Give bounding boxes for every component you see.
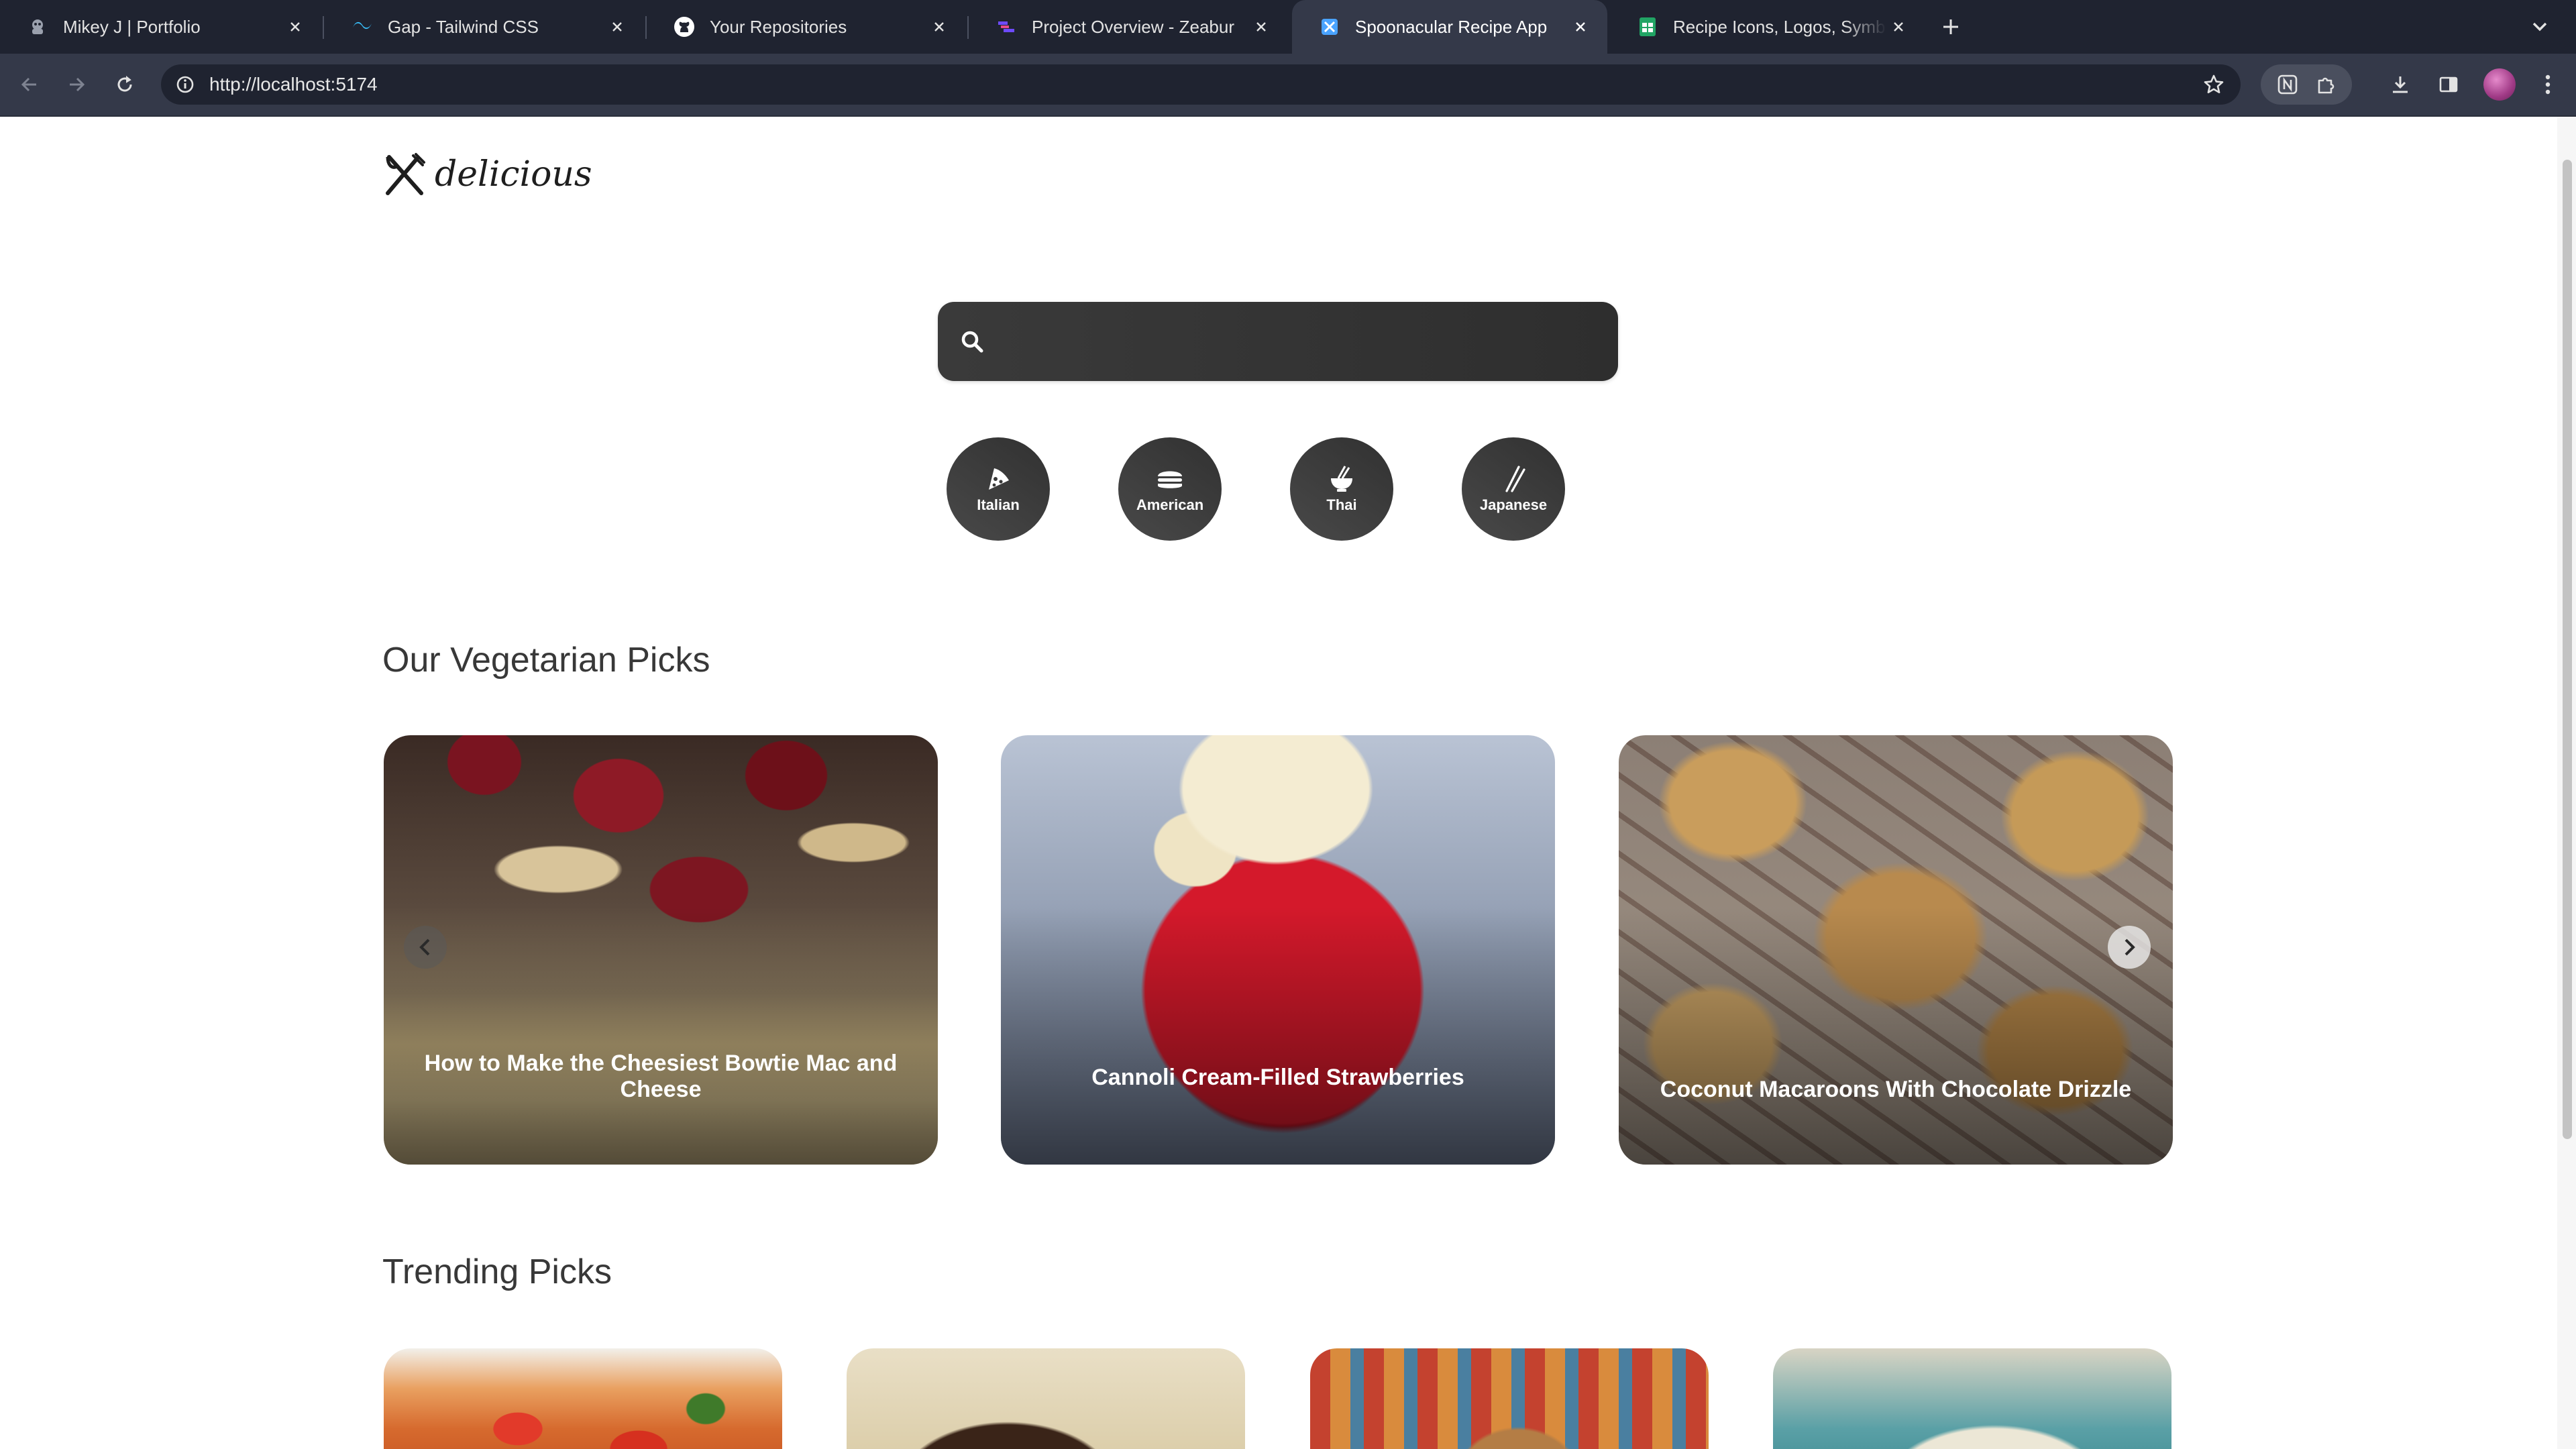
tab-title: Gap - Tailwind CSS: [388, 16, 539, 37]
side-panel-button[interactable]: [2432, 68, 2465, 101]
recipe-image: [384, 1348, 782, 1449]
arrow-right-icon: [70, 77, 85, 92]
extensions-group: [2261, 64, 2352, 105]
tab-divider: [323, 16, 324, 39]
cuisine-american-button[interactable]: American: [1118, 437, 1222, 541]
tab-search-button[interactable]: [2524, 11, 2556, 43]
tailwind-icon: [352, 16, 373, 38]
search-icon: [957, 326, 987, 357]
recipe-image: [847, 1348, 1245, 1449]
browser-menu-button[interactable]: [2532, 68, 2564, 101]
recipe-title-text: Coconut Macaroons With Chocolate Drizzle: [1660, 1077, 2132, 1102]
more-vertical-icon: [2545, 74, 2551, 95]
reload-icon: [117, 75, 132, 92]
close-icon[interactable]: [1886, 15, 1911, 39]
recipe-card[interactable]: Coconut Macaroons With Chocolate Drizzle: [1619, 735, 2173, 1165]
download-icon: [2393, 76, 2408, 93]
pizza-icon: [981, 464, 1015, 494]
cuisine-label: Japanese: [1479, 496, 1548, 513]
portfolio-icon: [27, 16, 48, 38]
cuisine-label: Thai: [1326, 496, 1357, 513]
tab-title: Your Repositories: [710, 16, 847, 37]
tab-zeabur[interactable]: Project Overview - Zeabur: [969, 0, 1288, 54]
github-icon: [674, 16, 695, 38]
tab-title: Recipe Icons, Logos, Symbols: [1673, 16, 1886, 37]
trending-recipe-card[interactable]: [384, 1348, 782, 1449]
zeabur-icon: [996, 16, 1017, 38]
forward-button[interactable]: [60, 68, 93, 101]
cuisine-label: American: [1136, 496, 1204, 513]
notion-extension-icon[interactable]: [2271, 68, 2304, 101]
chopsticks-icon: [1497, 464, 1530, 494]
arrow-left-icon: [21, 77, 36, 92]
url-text: http://localhost:5174: [209, 74, 378, 95]
sheets-icon: [1637, 16, 1658, 38]
recipe-title-text: Cannoli Cream-Filled Strawberries: [1091, 1065, 1464, 1090]
site-info-icon[interactable]: [170, 70, 200, 99]
trending-recipe-card[interactable]: [847, 1348, 1245, 1449]
trending-recipe-card[interactable]: [1773, 1348, 2171, 1449]
download-button[interactable]: [2384, 68, 2416, 101]
tab-spoonacular[interactable]: Spoonacular Recipe App: [1292, 0, 1607, 54]
profile-avatar[interactable]: [2483, 68, 2516, 101]
chevron-right-icon: [2125, 938, 2135, 956]
tab-portfolio[interactable]: Mikey J | Portfolio: [0, 0, 322, 54]
recipe-card[interactable]: How to Make the Cheesiest Bowtie Mac and…: [384, 735, 938, 1165]
side-panel-icon: [2439, 76, 2458, 93]
fork-knife-icon: [386, 153, 425, 195]
recipe-card[interactable]: Cannoli Cream-Filled Strawberries: [1001, 735, 1555, 1165]
vegetarian-section-title: Our Vegetarian Picks: [382, 641, 710, 680]
recipe-image: [1310, 1348, 1709, 1449]
bookmark-star-icon[interactable]: [2199, 70, 2229, 99]
recipe-title: Coconut Macaroons With Chocolate Drizzle: [1659, 735, 2133, 1103]
trending-recipe-card[interactable]: [1310, 1348, 1709, 1449]
cuisine-italian-button[interactable]: Italian: [947, 437, 1050, 541]
close-icon[interactable]: [283, 15, 307, 39]
logo-text: delicious: [435, 154, 592, 195]
plus-icon: [1943, 19, 1958, 34]
tab-github[interactable]: Your Repositories: [647, 0, 966, 54]
browser-tab-strip: Mikey J | Portfolio Gap - Tailwind CSS Y…: [0, 0, 2576, 54]
recipe-title-text: How to Make the Cheesiest Bowtie Mac and…: [424, 1051, 898, 1102]
recipe-title: Cannoli Cream-Filled Strawberries: [1041, 735, 1515, 1091]
search-input[interactable]: [1000, 302, 1593, 382]
tab-title: Spoonacular Recipe App: [1355, 16, 1548, 37]
tab-title: Project Overview - Zeabur: [1032, 16, 1234, 37]
close-icon[interactable]: [605, 15, 629, 39]
new-tab-button[interactable]: [1936, 12, 1966, 42]
cuisine-japanese-button[interactable]: Japanese: [1462, 437, 1565, 541]
search-bar: [938, 302, 1618, 382]
chevron-left-icon: [419, 938, 430, 956]
page-scrollbar[interactable]: [2557, 117, 2576, 1449]
recipe-image: [1773, 1348, 2171, 1449]
back-button[interactable]: [13, 68, 46, 101]
scrollbar-thumb[interactable]: [2563, 160, 2572, 1139]
carousel-next-button[interactable]: [2108, 926, 2151, 969]
tab-tailwind[interactable]: Gap - Tailwind CSS: [325, 0, 644, 54]
cuisine-thai-button[interactable]: Thai: [1290, 437, 1393, 541]
site-logo[interactable]: delicious: [382, 152, 592, 197]
page-content: delicious Italian American Thai Japanese…: [0, 117, 2557, 1449]
noodle-bowl-icon: [1325, 464, 1358, 494]
cuisine-label: Italian: [977, 496, 1020, 513]
trending-section-title: Trending Picks: [382, 1252, 612, 1291]
close-icon[interactable]: [1568, 15, 1593, 39]
close-icon[interactable]: [927, 15, 951, 39]
app-icon: [1319, 16, 1340, 38]
address-bar[interactable]: http://localhost:5174: [161, 64, 2241, 105]
chevron-down-icon: [2532, 22, 2547, 32]
tab-recipe-icons[interactable]: Recipe Icons, Logos, Symbols: [1610, 0, 1925, 54]
tab-title: Mikey J | Portfolio: [63, 16, 201, 37]
carousel-prev-button[interactable]: [404, 926, 447, 969]
close-icon[interactable]: [1249, 15, 1273, 39]
burger-icon: [1153, 464, 1187, 494]
reload-button[interactable]: [109, 68, 141, 101]
recipe-title: How to Make the Cheesiest Bowtie Mac and…: [424, 735, 898, 1103]
browser-toolbar: http://localhost:5174: [0, 54, 2576, 117]
puzzle-icon[interactable]: [2310, 68, 2343, 101]
